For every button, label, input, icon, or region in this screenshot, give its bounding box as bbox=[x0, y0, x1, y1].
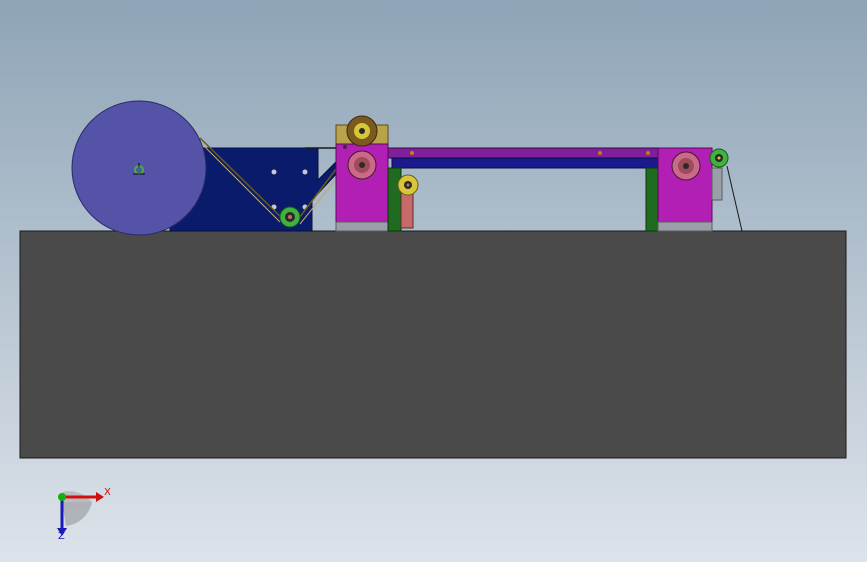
top-rail[interactable] bbox=[387, 147, 659, 169]
tension-roller[interactable] bbox=[279, 206, 301, 228]
z-axis-label: Z bbox=[58, 531, 65, 542]
axis-triad[interactable] bbox=[44, 482, 124, 552]
guide-block[interactable] bbox=[400, 189, 414, 229]
support-post-left[interactable] bbox=[387, 167, 402, 232]
support-post-right[interactable] bbox=[645, 167, 659, 232]
model-viewport[interactable]: X Z bbox=[0, 0, 867, 562]
output-roller[interactable] bbox=[709, 148, 729, 168]
guide-roller[interactable] bbox=[397, 174, 419, 196]
x-axis-label: X bbox=[104, 487, 111, 498]
tape-reel[interactable] bbox=[71, 100, 207, 236]
drive-roller[interactable] bbox=[346, 115, 378, 147]
assembly-scene[interactable] bbox=[0, 0, 867, 562]
y-axis-dot bbox=[58, 493, 66, 501]
base-block[interactable] bbox=[19, 230, 847, 459]
x-axis-arrowhead bbox=[96, 492, 104, 502]
